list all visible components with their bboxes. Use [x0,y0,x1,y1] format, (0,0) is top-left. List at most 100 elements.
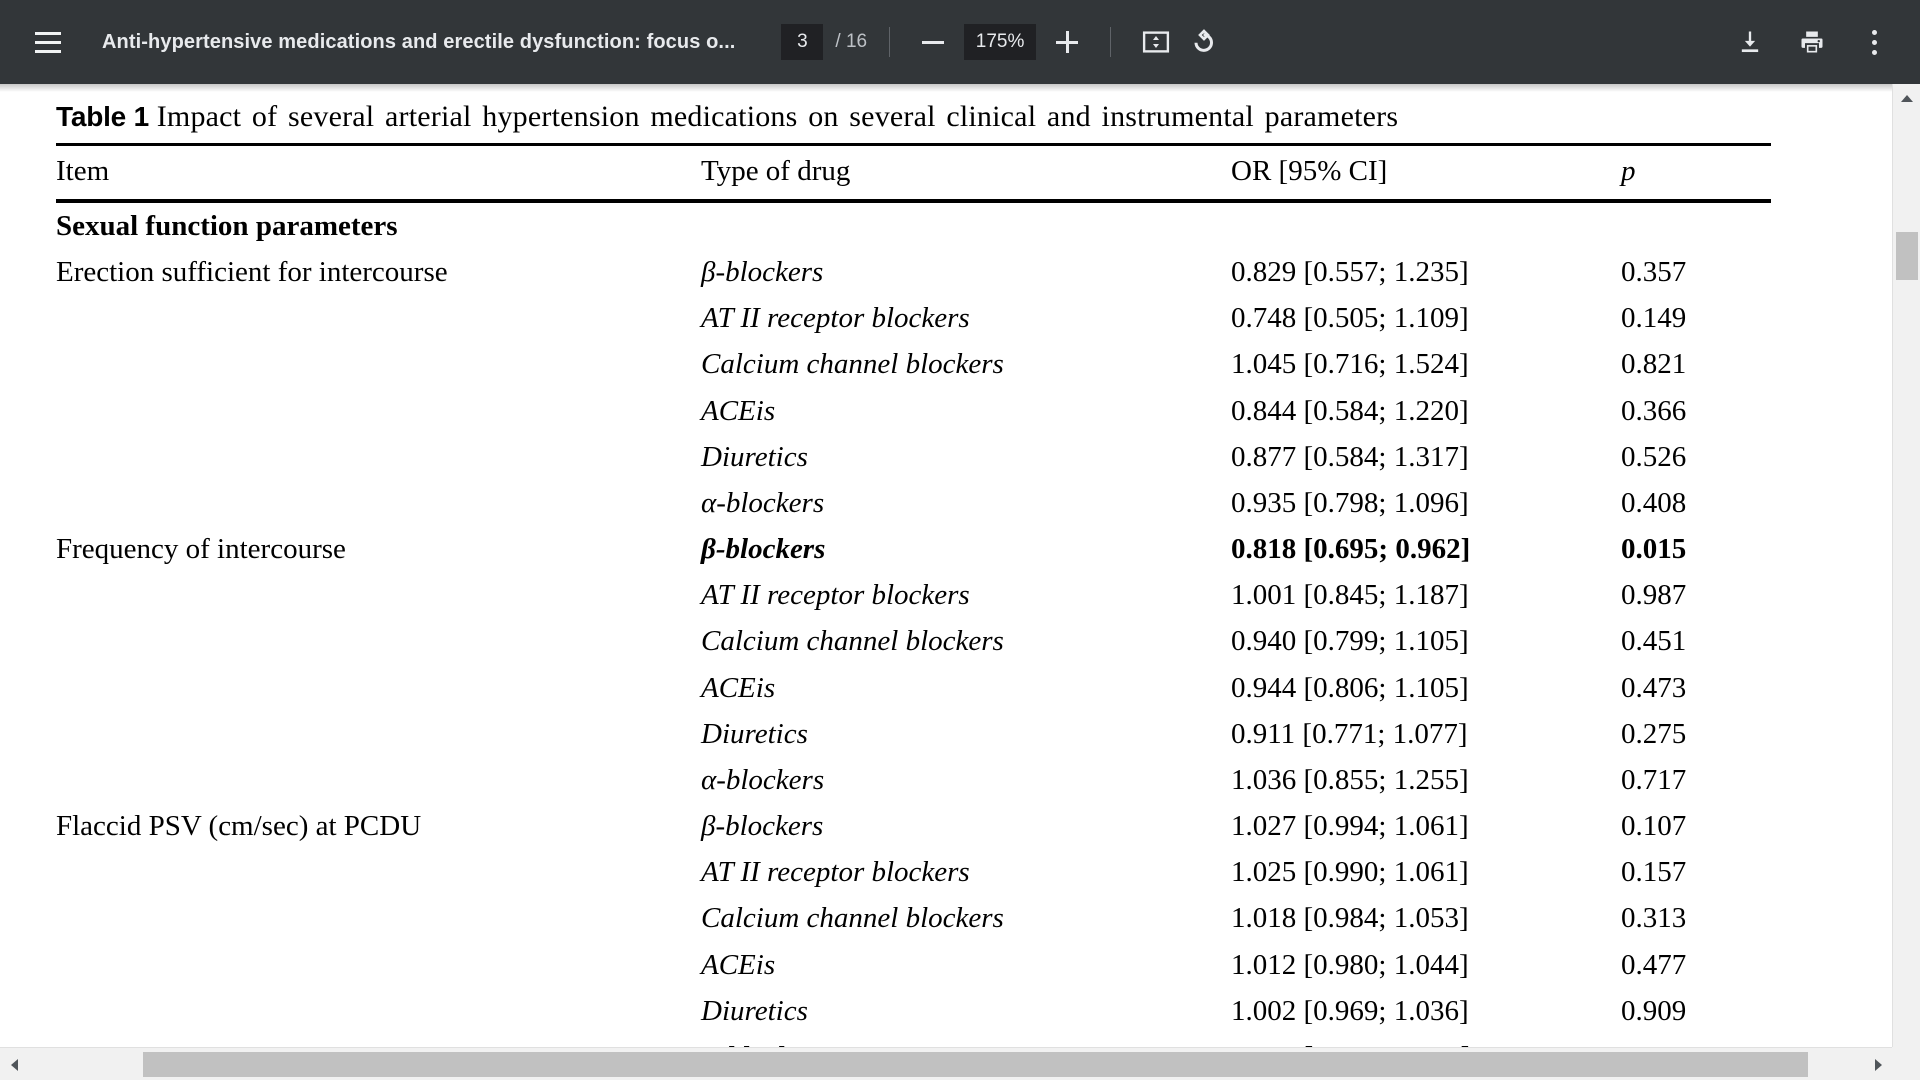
cell-or-ci: 0.844 [0.584; 1.220] [1231,394,1469,427]
table-caption: Table 1 Impact of several arterial hyper… [56,84,1776,143]
cell-p-value: 0.451 [1621,625,1687,658]
print-button[interactable] [1786,16,1838,68]
rotate-counterclockwise-icon [1194,29,1214,52]
column-header-type-of-drug: Type of drug [701,143,1231,203]
cell-or-ci: 1.036 [0.855; 1.255] [1231,763,1469,796]
fit-to-page-button[interactable] [1133,19,1179,65]
cell-or-ci: 1.018 [0.984; 1.053] [1231,902,1469,935]
table-row: Calcium channel blockers 1.018 [0.984; 1.… [56,895,1771,941]
table-row: ACEis 0.944 [0.806; 1.105] 0.473 [56,665,1771,711]
table-1-container: Table 1 Impact of several arterial hyper… [56,84,1776,1080]
table-row: Frequency of intercourse β-blockers 0.818 … [56,526,1771,572]
table-caption-label: Table 1 [56,101,150,132]
table-row: Calcium channel blockers 1.045 [0.716; 1.… [56,341,1771,387]
results-table: Item Type of drug OR [95% CI] p Sexual f… [56,143,1771,1080]
cell-or-ci: 1.027 [0.994; 1.061] [1231,810,1469,843]
table-row: Flaccid PSV (cm/sec) at PCDU β-blockers 1.… [56,803,1771,849]
pdf-viewer-toolbar: Anti-hypertensive medications and erecti… [0,0,1920,84]
cell-p-value: 0.473 [1621,671,1687,704]
toolbar-divider-1 [889,27,891,57]
pdf-document-viewer[interactable]: Table 1 Impact of several arterial hyper… [0,84,1920,1080]
scroll-left-arrow-icon[interactable] [0,1048,28,1080]
cell-p-value: 0.909 [1621,994,1687,1027]
cell-or-ci: 0.818 [0.695; 0.962] [1231,533,1471,566]
cell-item [56,665,701,711]
horizontal-scrollbar[interactable] [0,1047,1892,1080]
fit-to-page-icon [1143,31,1170,53]
zoom-level-value[interactable]: 175% [964,24,1037,60]
cell-or-ci: 1.012 [0.980; 1.044] [1231,948,1469,981]
cell-type-of-drug: α-blockers [701,486,825,519]
cell-item [56,341,701,387]
table-row: AT II receptor blockers 1.025 [0.990; 1.0… [56,849,1771,895]
table-row: Diuretics 0.911 [0.771; 1.077] 0.275 [56,711,1771,757]
cell-item [56,942,701,988]
cell-item: Frequency of intercourse [56,533,346,566]
cell-item [56,711,701,757]
cell-p-value: 0.275 [1621,717,1687,750]
cell-type-of-drug: ACEis [701,671,776,704]
cell-p-value: 0.015 [1621,533,1687,566]
cell-p-value: 0.717 [1621,763,1687,796]
cell-p-value: 0.366 [1621,394,1687,427]
cell-p-value: 0.107 [1621,810,1687,843]
vertical-scrollbar[interactable] [1892,84,1920,1080]
page-indicator: / 16 [781,24,867,60]
cell-type-of-drug: AT II receptor blockers [701,302,970,335]
rotate-counterclockwise-button[interactable] [1179,19,1225,65]
cell-or-ci: 1.001 [0.845; 1.187] [1231,579,1469,612]
table-row: AT II receptor blockers 0.748 [0.505; 1.1… [56,295,1771,341]
cell-p-value: 0.526 [1621,440,1687,473]
zoom-out-button[interactable] [912,21,954,63]
more-options-button[interactable] [1848,16,1900,68]
hamburger-icon-glyph [35,31,61,53]
toolbar-divider-2 [1110,27,1112,57]
zoom-in-button[interactable] [1046,21,1088,63]
cell-item [56,480,701,526]
table-row: Calcium channel blockers 0.940 [0.799; 1.… [56,618,1771,664]
document-title: Anti-hypertensive medications and erecti… [102,30,736,53]
horizontal-scrollbar-thumb[interactable] [143,1052,1808,1077]
print-icon [1801,31,1823,53]
cell-p-value: 0.477 [1621,948,1687,981]
cell-or-ci: 1.045 [0.716; 1.524] [1231,348,1469,381]
cell-item: Flaccid PSV (cm/sec) at PCDU [56,810,422,843]
vertical-scrollbar-thumb[interactable] [1896,232,1918,280]
hamburger-menu-icon[interactable] [20,14,76,70]
cell-item [56,988,701,1034]
download-button[interactable] [1724,16,1776,68]
zoom-controls: 175% [912,21,1088,63]
cell-or-ci: 1.002 [0.969; 1.036] [1231,994,1469,1027]
table-row: Erection sufficient for intercourse β-blo… [56,249,1771,295]
cell-type-of-drug: Diuretics [701,994,808,1027]
cell-type-of-drug: Calcium channel blockers [701,625,1004,658]
column-header-or-ci: OR [95% CI] [1231,143,1621,203]
cell-p-value: 0.408 [1621,486,1687,519]
page-number-input[interactable] [781,24,824,60]
scrollbar-corner [1892,1047,1920,1080]
cell-or-ci: 0.944 [0.806; 1.105] [1231,671,1469,704]
column-header-p-value: p [1621,143,1771,203]
cell-item: Erection sufficient for intercourse [56,256,448,289]
table-section-heading-row: Sexual function parameters [56,201,1771,249]
table-row: Diuretics 1.002 [0.969; 1.036] 0.909 [56,988,1771,1034]
table-row: α-blockers 1.036 [0.855; 1.255] 0.717 [56,757,1771,803]
column-header-item: Item [56,143,701,203]
cell-item [56,849,701,895]
cell-p-value: 0.157 [1621,856,1687,889]
table-row: α-blockers 0.935 [0.798; 1.096] 0.408 [56,480,1771,526]
scroll-right-arrow-icon[interactable] [1864,1048,1892,1080]
minus-icon [922,31,945,53]
cell-type-of-drug: Calcium channel blockers [701,902,1004,935]
pdf-page: Table 1 Impact of several arterial hyper… [0,84,1892,1072]
cell-p-value: 0.149 [1621,302,1687,335]
cell-type-of-drug: α-blockers [701,763,825,796]
cell-p-value: 0.357 [1621,256,1687,289]
cell-type-of-drug: ACEis [701,948,776,981]
cell-p-value: 0.821 [1621,348,1687,381]
table-header-row: Item Type of drug OR [95% CI] p [56,143,1771,203]
cell-item [56,572,701,618]
scroll-up-arrow-icon[interactable] [1893,84,1920,112]
table-row: ACEis 0.844 [0.584; 1.220] 0.366 [56,388,1771,434]
cell-type-of-drug: AT II receptor blockers [701,856,970,889]
